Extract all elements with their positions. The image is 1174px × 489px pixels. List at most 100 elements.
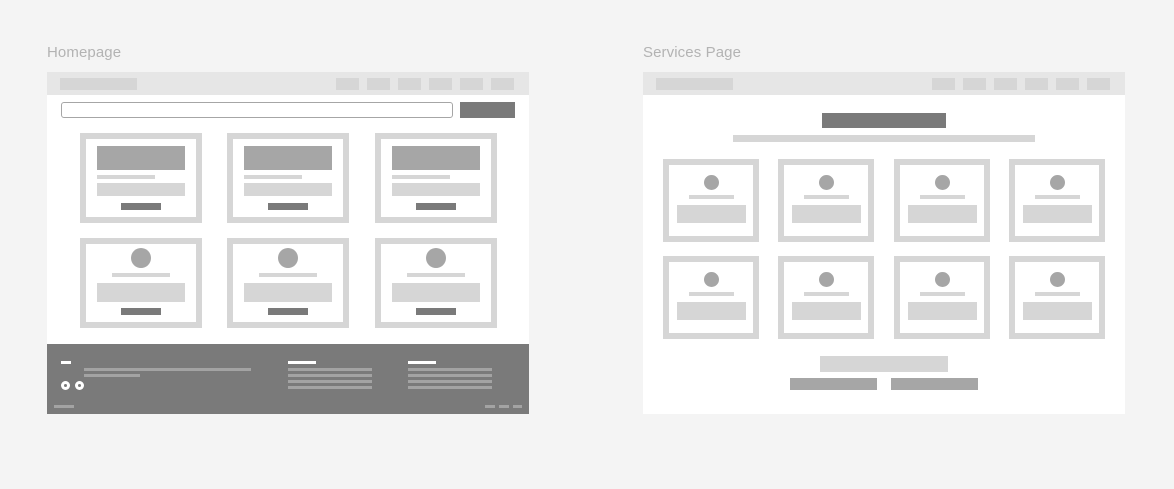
card-image-placeholder (244, 146, 332, 170)
footer-link[interactable] (408, 380, 492, 383)
services-nav-link[interactable] (1056, 78, 1079, 90)
card-title-line (920, 292, 965, 296)
card-title-line (689, 292, 734, 296)
homepage-profile-card[interactable] (80, 238, 202, 328)
card-text-placeholder (677, 302, 746, 320)
card-text-placeholder (792, 205, 861, 223)
footer-link[interactable] (288, 386, 372, 389)
homepage-nav-link[interactable] (429, 78, 452, 90)
card-text-placeholder (244, 283, 332, 302)
social-icon[interactable] (61, 381, 70, 390)
service-card[interactable] (894, 256, 990, 339)
footer-logo-placeholder (61, 361, 71, 364)
card-button[interactable] (268, 308, 308, 315)
avatar-icon (819, 272, 834, 287)
card-title-line (392, 175, 450, 179)
service-card[interactable] (778, 256, 874, 339)
footer-text-line (84, 374, 140, 377)
homepage-feature-card[interactable] (227, 133, 349, 223)
card-title-line (920, 195, 965, 199)
services-nav-link[interactable] (932, 78, 955, 90)
card-title-line (804, 195, 849, 199)
card-text-placeholder (244, 183, 332, 196)
avatar-icon (1050, 175, 1065, 190)
homepage-nav-link[interactable] (367, 78, 390, 90)
services-heading-placeholder (822, 113, 946, 128)
service-card[interactable] (1009, 159, 1105, 242)
card-title-line (244, 175, 302, 179)
homepage-feature-card[interactable] (375, 133, 497, 223)
card-button[interactable] (268, 203, 308, 210)
card-title-line (407, 273, 465, 277)
card-text-placeholder (1023, 205, 1092, 223)
homepage-footer (47, 344, 529, 414)
service-card[interactable] (663, 159, 759, 242)
footer-legal-link[interactable] (485, 405, 495, 408)
homepage-feature-card[interactable] (80, 133, 202, 223)
services-primary-button[interactable] (790, 378, 877, 390)
card-text-placeholder (908, 205, 977, 223)
avatar-icon (426, 248, 446, 268)
services-nav-link[interactable] (1025, 78, 1048, 90)
card-text-placeholder (392, 283, 480, 302)
card-text-placeholder (677, 205, 746, 223)
card-title-line (259, 273, 317, 277)
homepage-nav-link[interactable] (460, 78, 483, 90)
card-text-placeholder (1023, 302, 1092, 320)
footer-column-heading (408, 361, 436, 364)
card-title-line (1035, 195, 1080, 199)
footer-link[interactable] (288, 368, 372, 371)
card-title-line (112, 273, 170, 277)
card-text-placeholder (908, 302, 977, 320)
avatar-icon (278, 248, 298, 268)
card-button[interactable] (121, 203, 161, 210)
services-cta-text-placeholder (820, 356, 948, 372)
homepage-search-input[interactable] (61, 102, 453, 118)
footer-link[interactable] (288, 374, 372, 377)
card-image-placeholder (392, 146, 480, 170)
services-nav-link[interactable] (963, 78, 986, 90)
services-secondary-button[interactable] (891, 378, 978, 390)
services-subheading-placeholder (733, 135, 1035, 142)
footer-copyright-line (54, 405, 74, 408)
footer-legal-link[interactable] (499, 405, 509, 408)
homepage-profile-card[interactable] (227, 238, 349, 328)
avatar-icon (704, 272, 719, 287)
footer-link[interactable] (408, 374, 492, 377)
homepage-profile-card[interactable] (375, 238, 497, 328)
avatar-icon (1050, 272, 1065, 287)
footer-link[interactable] (288, 380, 372, 383)
card-text-placeholder (392, 183, 480, 196)
services-nav-bar (643, 72, 1125, 95)
homepage-nav-link[interactable] (336, 78, 359, 90)
homepage-logo-placeholder (60, 78, 137, 90)
services-logo-placeholder (656, 78, 733, 90)
service-card[interactable] (778, 159, 874, 242)
card-button[interactable] (121, 308, 161, 315)
social-icon[interactable] (75, 381, 84, 390)
card-button[interactable] (416, 203, 456, 210)
card-text-placeholder (97, 283, 185, 302)
footer-text-line (84, 368, 251, 371)
service-card[interactable] (1009, 256, 1105, 339)
service-card[interactable] (894, 159, 990, 242)
homepage-frame-label: Homepage (47, 44, 122, 61)
services-nav-link[interactable] (994, 78, 1017, 90)
card-button[interactable] (416, 308, 456, 315)
footer-link[interactable] (408, 368, 492, 371)
avatar-icon (819, 175, 834, 190)
footer-link[interactable] (408, 386, 492, 389)
avatar-icon (704, 175, 719, 190)
footer-column-heading (288, 361, 316, 364)
homepage-search-button[interactable] (460, 102, 515, 118)
service-card[interactable] (663, 256, 759, 339)
card-title-line (1035, 292, 1080, 296)
footer-legal-link[interactable] (513, 405, 522, 408)
services-nav-link[interactable] (1087, 78, 1110, 90)
services-frame-label: Services Page (643, 44, 742, 61)
card-title-line (804, 292, 849, 296)
homepage-nav-link[interactable] (491, 78, 514, 90)
homepage-wireframe (47, 72, 529, 414)
homepage-nav-link[interactable] (398, 78, 421, 90)
avatar-icon (935, 175, 950, 190)
